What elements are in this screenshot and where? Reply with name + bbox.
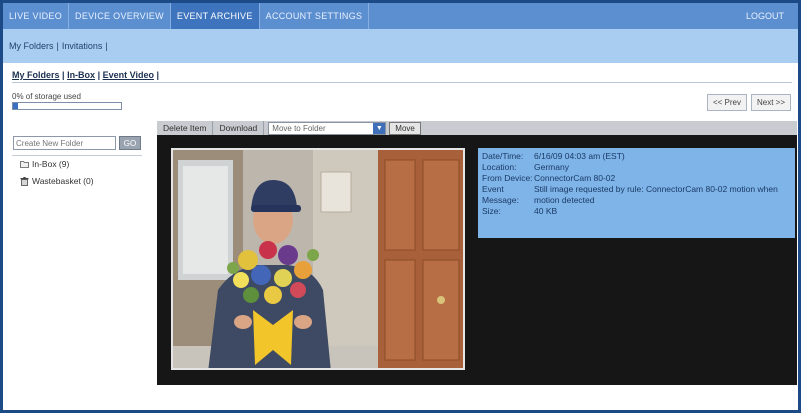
divider: [12, 82, 792, 83]
divider: [12, 155, 142, 156]
download-button[interactable]: Download: [213, 121, 265, 135]
delete-item-button[interactable]: Delete Item: [157, 121, 214, 135]
chevron-down-icon: ▼: [373, 122, 386, 134]
folder-item-inbox[interactable]: In-Box (9): [20, 159, 69, 169]
info-key: Location:: [482, 162, 517, 172]
info-row-message: Event Message: Still image requested by …: [482, 184, 791, 206]
subnav-separator: |: [56, 41, 59, 51]
storage-bar-fill: [13, 103, 19, 109]
folder-item-label: Wastebasket (0): [32, 176, 94, 186]
pager: << Prev Next >>: [706, 94, 791, 111]
storage-bar: [12, 102, 122, 110]
create-folder-input[interactable]: [13, 136, 116, 150]
info-row-size: Size: 40 KB: [482, 206, 791, 217]
folder-item-wastebasket[interactable]: Wastebasket (0): [20, 176, 94, 186]
trash-icon: [20, 176, 29, 186]
logout-link[interactable]: LOGOUT: [746, 3, 784, 29]
info-value: ConnectorCam 80-02: [534, 173, 616, 183]
info-row-device: From Device: ConnectorCam 80-02: [482, 173, 791, 184]
info-row-location: Location: Germany: [482, 162, 791, 173]
next-button[interactable]: Next >>: [750, 94, 791, 111]
tab-live-video[interactable]: LIVE VIDEO: [3, 3, 70, 29]
info-row-datetime: Date/Time: 6/16/09 04:03 am (EST): [482, 151, 791, 162]
move-to-folder-value: Move to Folder: [272, 123, 326, 133]
info-value: 40 KB: [534, 206, 558, 216]
info-key: Size:: [482, 206, 501, 216]
tab-device-overview[interactable]: DEVICE OVERVIEW: [69, 3, 171, 29]
archive-toolbar: Delete Item Download Move to Folder ▼ Mo…: [157, 121, 797, 135]
top-nav: LIVE VIDEO DEVICE OVERVIEW EVENT ARCHIVE…: [3, 3, 798, 29]
info-key: Event Message:: [482, 184, 519, 205]
event-image[interactable]: [171, 148, 465, 370]
delivery-person-photo: [173, 150, 463, 368]
info-value: 6/16/09 04:03 am (EST): [534, 151, 625, 161]
link-my-folders[interactable]: My Folders: [12, 70, 60, 80]
event-info-panel: Date/Time: 6/16/09 04:03 am (EST) Locati…: [478, 148, 795, 238]
folder-item-label: In-Box (9): [32, 159, 70, 169]
subnav-separator: |: [105, 41, 108, 51]
sub-nav: My Folders | Invitations |: [3, 29, 798, 63]
tab-event-archive[interactable]: EVENT ARCHIVE: [170, 3, 260, 29]
link-in-box[interactable]: In-Box: [67, 70, 95, 80]
info-value: Still image requested by rule: Connector…: [534, 184, 778, 205]
create-folder-go-button[interactable]: GO: [119, 136, 141, 150]
move-button[interactable]: Move: [389, 121, 421, 135]
info-value: Germany: [534, 162, 569, 172]
info-key: From Device:: [482, 173, 533, 183]
tab-account-settings[interactable]: ACCOUNT SETTINGS: [260, 3, 370, 29]
prev-button[interactable]: << Prev: [706, 94, 747, 111]
subnav-invitations[interactable]: Invitations: [62, 41, 103, 51]
info-key: Date/Time:: [482, 151, 524, 161]
folder-icon: [20, 161, 29, 168]
move-to-folder-select[interactable]: Move to Folder ▼: [268, 121, 387, 135]
subnav-my-folders[interactable]: My Folders: [9, 41, 54, 51]
link-event-video[interactable]: Event Video: [103, 70, 154, 80]
folder-links: My Folders | In-Box | Event Video |: [12, 70, 159, 80]
storage-label: 0% of storage used: [12, 92, 81, 101]
link-separator: |: [156, 70, 160, 80]
